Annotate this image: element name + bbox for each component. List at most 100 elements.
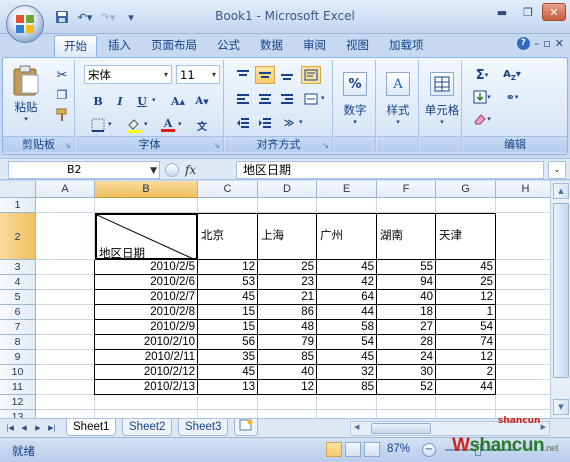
value-cell[interactable]: 45 <box>198 365 258 380</box>
empty-cell[interactable] <box>496 395 550 410</box>
value-cell[interactable]: 30 <box>377 365 436 380</box>
empty-cell[interactable] <box>198 198 258 213</box>
horizontal-scrollbar[interactable]: ◀ ▶ <box>350 421 550 436</box>
date-cell[interactable]: 2010/2/11 <box>95 350 198 365</box>
align-right-button[interactable] <box>277 90 297 108</box>
empty-cell[interactable] <box>36 410 95 418</box>
empty-cell[interactable] <box>198 410 258 418</box>
empty-cell[interactable] <box>377 395 436 410</box>
last-sheet-icon[interactable]: ▶| <box>46 421 58 435</box>
insert-function-button[interactable]: fx <box>185 163 196 177</box>
row-header-1[interactable]: 1 <box>0 198 36 213</box>
empty-cell[interactable] <box>36 350 95 365</box>
empty-cell[interactable] <box>95 410 198 418</box>
empty-cell[interactable] <box>36 290 95 305</box>
clear-button[interactable]: ▾ <box>469 110 495 128</box>
value-cell[interactable]: 1 <box>436 305 496 320</box>
value-cell[interactable]: 18 <box>377 305 436 320</box>
tab-view[interactable]: 视图 <box>337 35 378 57</box>
orientation-button[interactable] <box>301 66 321 84</box>
empty-cell[interactable] <box>95 198 198 213</box>
fill-color-button[interactable] <box>124 116 144 134</box>
ribbon-restore-icon[interactable]: ▫ <box>543 37 550 50</box>
align-middle-button[interactable] <box>255 66 275 84</box>
copy-icon[interactable]: ❐ <box>53 86 71 104</box>
date-cell[interactable]: 2010/2/6 <box>95 275 198 290</box>
scroll-left-icon[interactable]: ◀ <box>354 423 359 431</box>
office-button[interactable] <box>6 5 44 43</box>
normal-view-button[interactable] <box>326 442 342 457</box>
clipboard-launcher-icon[interactable]: ↘ <box>64 141 71 150</box>
decrease-font-button[interactable]: A ▼ <box>192 92 212 110</box>
wrap-text-button[interactable]: ≫ <box>279 114 299 132</box>
empty-cell[interactable] <box>36 305 95 320</box>
fill-color-dropdown-icon[interactable]: ▾ <box>144 120 148 128</box>
next-sheet-icon[interactable]: ▶ <box>32 421 44 435</box>
font-size-select[interactable]: 11 ▾ <box>176 65 220 84</box>
empty-cell[interactable] <box>36 380 95 395</box>
value-cell[interactable]: 86 <box>258 305 317 320</box>
empty-cell[interactable] <box>496 335 550 350</box>
value-cell[interactable]: 24 <box>377 350 436 365</box>
row-header-2[interactable]: 2 <box>0 213 36 260</box>
value-cell[interactable]: 85 <box>258 350 317 365</box>
empty-cell[interactable] <box>496 260 550 275</box>
tab-addins[interactable]: 加载项 <box>380 35 433 57</box>
value-cell[interactable]: 64 <box>317 290 377 305</box>
merge-center-button[interactable] <box>301 90 321 108</box>
find-select-button[interactable]: ⚭ ▾ <box>499 88 525 106</box>
empty-cell[interactable] <box>496 198 550 213</box>
borders-button[interactable] <box>88 116 108 134</box>
select-all-corner[interactable] <box>0 181 36 198</box>
tab-formulas[interactable]: 公式 <box>208 35 249 57</box>
ribbon-minimize-icon[interactable]: – <box>534 37 540 50</box>
value-cell[interactable]: 55 <box>377 260 436 275</box>
date-cell[interactable]: 2010/2/12 <box>95 365 198 380</box>
minimize-button[interactable]: ▬ <box>490 3 514 21</box>
value-cell[interactable]: 32 <box>317 365 377 380</box>
autosum-button[interactable]: Σ ▾ <box>469 66 495 84</box>
column-header-g[interactable]: G <box>436 181 496 198</box>
value-cell[interactable]: 40 <box>377 290 436 305</box>
empty-cell[interactable] <box>496 410 550 418</box>
row-header-5[interactable]: 5 <box>0 290 36 305</box>
format-painter-icon[interactable] <box>53 106 71 124</box>
sheet-tab-1[interactable]: Sheet1 <box>66 419 117 436</box>
date-cell[interactable]: 2010/2/7 <box>95 290 198 305</box>
city-header-cell[interactable]: 湖南 <box>377 213 436 260</box>
value-cell[interactable]: 56 <box>198 335 258 350</box>
value-cell[interactable]: 13 <box>198 380 258 395</box>
row-header-3[interactable]: 3 <box>0 260 36 275</box>
horizontal-scroll-thumb[interactable] <box>371 423 431 434</box>
merge-dropdown-icon[interactable]: ▾ <box>321 94 325 102</box>
row-header-11[interactable]: 11 <box>0 380 36 395</box>
value-cell[interactable]: 15 <box>198 305 258 320</box>
column-header-h[interactable]: H <box>496 181 550 198</box>
value-cell[interactable]: 45 <box>198 290 258 305</box>
city-header-cell[interactable]: 广州 <box>317 213 377 260</box>
value-cell[interactable]: 25 <box>436 275 496 290</box>
row-header-12[interactable]: 12 <box>0 395 36 410</box>
value-cell[interactable]: 53 <box>198 275 258 290</box>
row-header-13[interactable]: 13 <box>0 410 36 418</box>
decrease-indent-button[interactable] <box>233 114 253 132</box>
column-header-d[interactable]: D <box>258 181 317 198</box>
page-break-view-button[interactable] <box>364 442 380 457</box>
value-cell[interactable]: 12 <box>258 380 317 395</box>
italic-button[interactable]: I <box>110 92 130 110</box>
empty-cell[interactable] <box>496 305 550 320</box>
date-cell[interactable]: 2010/2/10 <box>95 335 198 350</box>
value-cell[interactable]: 54 <box>436 320 496 335</box>
date-cell[interactable]: 2010/2/5 <box>95 260 198 275</box>
empty-cell[interactable] <box>36 213 95 260</box>
empty-cell[interactable] <box>36 335 95 350</box>
date-cell[interactable]: 2010/2/13 <box>95 380 198 395</box>
empty-cell[interactable] <box>36 198 95 213</box>
empty-cell[interactable] <box>496 350 550 365</box>
empty-cell[interactable] <box>317 395 377 410</box>
value-cell[interactable]: 2 <box>436 365 496 380</box>
sheet-tab-3[interactable]: Sheet3 <box>178 419 229 436</box>
column-header-c[interactable]: C <box>198 181 258 198</box>
empty-cell[interactable] <box>436 410 496 418</box>
formula-input[interactable]: 地区日期 <box>236 161 544 179</box>
